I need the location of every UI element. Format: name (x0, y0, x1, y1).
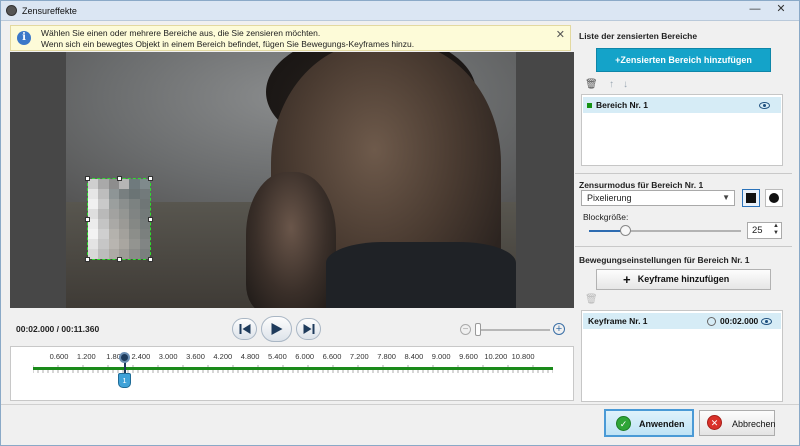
move-up-icon[interactable]: ↑ (609, 79, 614, 90)
add-keyframe-label: Keyframe hinzufügen (637, 274, 730, 284)
minimize-button[interactable]: — (743, 1, 767, 19)
play-button[interactable] (261, 316, 292, 342)
previous-frame-button[interactable] (232, 318, 257, 340)
cancel-label: Abbrechen (732, 419, 776, 429)
timeline-tick-label: 7.800 (377, 352, 396, 361)
square-shape-button[interactable] (742, 189, 760, 207)
add-censor-area-label: Zensierten Bereich hinzufügen (620, 55, 752, 65)
app-icon (6, 5, 17, 16)
timeline-tick-label: 6.000 (295, 352, 315, 361)
timeline-tick-label: 8.400 (404, 352, 424, 361)
section-divider (575, 246, 792, 247)
apply-button[interactable]: ✓ Anwenden (604, 409, 694, 437)
chevron-down-icon: ▼ (722, 193, 730, 202)
section-divider (575, 173, 792, 174)
next-frame-icon (303, 324, 314, 334)
playhead-handle[interactable] (119, 352, 130, 363)
areas-list-title: Liste der zensierten Bereiche (579, 31, 698, 41)
play-icon (271, 323, 282, 335)
censor-mode-title: Zensurmodus für Bereich Nr. 1 (579, 180, 704, 190)
block-size-value: 25 (752, 225, 763, 236)
timeline-tick-label: 7.200 (349, 352, 369, 361)
pixelated-area (88, 179, 150, 259)
timeline-tick-label: 10.800 (511, 352, 535, 361)
timeline-tick-label: 10.200 (484, 352, 508, 361)
timeline-tick-label: 4.200 (213, 352, 233, 361)
resize-handle-top[interactable] (117, 176, 122, 181)
area-color-marker (587, 103, 592, 108)
resize-handle-top-left[interactable] (85, 176, 90, 181)
block-size-spinner[interactable]: 25 ▲ ▼ (747, 222, 782, 239)
close-window-button[interactable]: ✕ (769, 1, 793, 19)
timeline-tick-label: 3.600 (186, 352, 205, 361)
zoom-out-icon[interactable]: − (460, 324, 471, 335)
timeline-tick-label: 9.600 (459, 352, 478, 361)
clock-icon (707, 317, 716, 326)
zoom-slider-track[interactable] (478, 329, 550, 331)
censored-areas-list: Bereich Nr. 1 (581, 94, 783, 166)
delete-area-icon[interactable]: 🗑 (585, 79, 598, 90)
timeline-tick-label: 3.000 (158, 352, 178, 361)
area-list-item[interactable]: Bereich Nr. 1 (583, 97, 781, 113)
previous-frame-icon (239, 324, 250, 334)
checkmark-icon: ✓ (616, 416, 631, 431)
keyframe-list: Keyframe Nr. 1 00:02.000 (581, 310, 783, 402)
info-text: Wählen Sie einen oder mehrere Bereiche a… (41, 28, 414, 50)
zoom-in-icon[interactable]: + (553, 323, 565, 335)
info-close-icon[interactable]: ✕ (556, 28, 565, 41)
censor-area-selection[interactable] (85, 176, 153, 262)
timeline-tick-label: 4.800 (240, 352, 260, 361)
info-line-1: Wählen Sie einen oder mehrere Bereiche a… (41, 28, 321, 38)
timeline-tick-label: 2.400 (131, 352, 151, 361)
timeline-tick-label: 1.200 (76, 352, 96, 361)
info-bar: i Wählen Sie einen oder mehrere Bereiche… (10, 25, 571, 51)
move-down-icon[interactable]: ↓ (623, 79, 628, 90)
next-frame-button[interactable] (296, 318, 321, 340)
keyframe-time: 00:02.000 (720, 316, 759, 326)
add-censor-area-button[interactable]: +Zensierten Bereich hinzufügen (596, 48, 771, 72)
censor-mode-select[interactable]: Pixelierung ▼ (581, 190, 735, 206)
circle-shape-button[interactable] (765, 189, 783, 207)
apply-label: Anwenden (639, 419, 685, 429)
resize-handle-right[interactable] (148, 217, 153, 222)
keyframe-marker[interactable]: 1 (118, 373, 131, 388)
timeline-track (33, 367, 553, 370)
keyframe-list-item[interactable]: Keyframe Nr. 1 00:02.000 (583, 313, 781, 329)
resize-handle-bottom-right[interactable] (148, 257, 153, 262)
motion-settings-title: Bewegungseinstellungen für Bereich Nr. 1 (579, 255, 750, 265)
delete-keyframe-icon[interactable]: 🗑 (585, 294, 598, 305)
timeline[interactable]: 0.600 1.200 1.80 2.400 3.000 3.600 4.200 4.800 5… (10, 346, 574, 401)
spinner-arrows-icon[interactable]: ▲ ▼ (773, 223, 779, 237)
timeline-tick-label: 6.600 (322, 352, 342, 361)
censor-effects-window: Zensureffekte — ✕ i Wählen Sie einen ode… (0, 0, 800, 446)
resize-handle-bottom-left[interactable] (85, 257, 90, 262)
timeline-tick-label: 0.600 (49, 352, 69, 361)
info-line-2: Wenn sich ein bewegtes Objekt in einem B… (41, 39, 415, 49)
add-keyframe-button[interactable]: + Keyframe hinzufügen (596, 269, 771, 290)
timeline-tick-label: 5.400 (268, 352, 287, 361)
keyframe-label: Keyframe Nr. 1 (588, 316, 648, 326)
info-icon: i (17, 31, 31, 45)
block-size-label: Blockgröße: (583, 212, 629, 222)
resize-handle-top-right[interactable] (148, 176, 153, 181)
cancel-x-icon: ✕ (707, 415, 722, 430)
zoom-slider-thumb[interactable] (475, 323, 481, 336)
cancel-button[interactable]: ✕ Abbrechen (699, 410, 776, 436)
bottom-divider (1, 404, 799, 405)
timeline-tick-label: 9.000 (431, 352, 451, 361)
window-title: Zensureffekte (22, 6, 77, 16)
resize-handle-left[interactable] (85, 217, 90, 222)
censor-mode-value: Pixelierung (587, 193, 632, 203)
keyframe-visibility-eye-icon[interactable] (761, 318, 772, 325)
visibility-eye-icon[interactable] (759, 102, 770, 109)
title-bar: Zensureffekte — ✕ (1, 1, 799, 21)
resize-handle-bottom[interactable] (117, 257, 122, 262)
playback-time: 00:02.000 / 00:11.360 (16, 324, 100, 334)
block-size-slider-thumb[interactable] (620, 225, 631, 236)
area-label: Bereich Nr. 1 (596, 100, 648, 110)
plus-icon: + (623, 272, 631, 287)
